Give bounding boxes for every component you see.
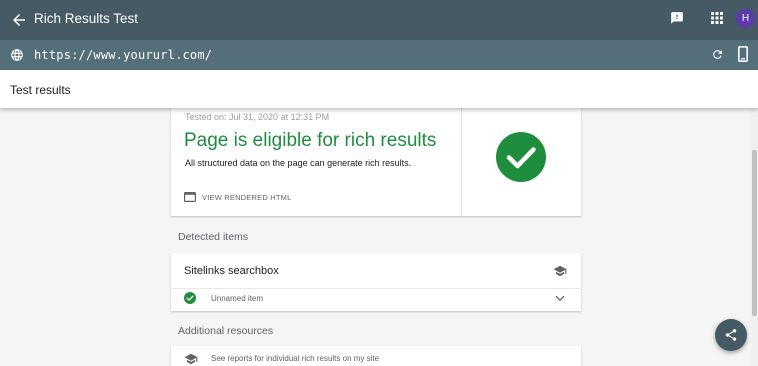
avatar[interactable]: H	[736, 9, 755, 28]
results-header: Test results	[0, 70, 758, 108]
url-bar: https://www.yoururl.com/	[0, 40, 758, 70]
card-divider	[461, 96, 462, 216]
tested-timestamp: Tested on: Jul 31, 2020 at 12:31 PM	[185, 112, 330, 122]
arrow-back-icon[interactable]	[10, 11, 28, 29]
scrollbar-thumb[interactable]	[752, 150, 757, 316]
view-rendered-html-label: VIEW RENDERED HTML	[202, 193, 292, 202]
eligibility-headline: Page is eligible for rich results	[184, 130, 437, 151]
check-circle-icon	[496, 132, 546, 182]
globe-icon	[11, 49, 23, 61]
apps-grid-icon[interactable]	[711, 12, 723, 24]
feedback-icon[interactable]	[670, 11, 684, 25]
url-input[interactable]: https://www.yoururl.com/	[34, 48, 212, 62]
item-type-title: Sitelinks searchbox	[184, 265, 279, 277]
additional-resources-label: Additional resources	[178, 325, 274, 337]
school-cap-icon	[184, 353, 198, 365]
chevron-down-icon[interactable]	[555, 295, 565, 302]
share-icon	[725, 329, 737, 341]
detected-item-card[interactable]: Sitelinks searchbox Unnamed item	[171, 253, 581, 311]
result-summary-card: Tested on: Jul 31, 2020 at 12:31 PM Page…	[171, 96, 581, 216]
refresh-icon[interactable]	[711, 48, 724, 61]
smartphone-icon[interactable]	[738, 46, 748, 62]
list-item[interactable]: Unnamed item	[211, 294, 263, 303]
code-window-icon	[184, 192, 196, 202]
share-button[interactable]	[715, 319, 747, 351]
check-circle-icon	[184, 292, 196, 304]
resource-link[interactable]: See reports for individual rich results …	[211, 354, 379, 363]
item-separator	[171, 288, 581, 289]
detected-items-label: Detected items	[178, 231, 249, 243]
eligibility-description: All structured data on the page can gene…	[185, 158, 412, 168]
school-cap-icon[interactable]	[553, 265, 567, 277]
app-title: Rich Results Test	[34, 11, 139, 26]
resource-link-card[interactable]: See reports for individual rich results …	[171, 346, 581, 366]
app-bar: Rich Results Test H	[0, 0, 758, 40]
page-title: Test results	[10, 83, 71, 97]
